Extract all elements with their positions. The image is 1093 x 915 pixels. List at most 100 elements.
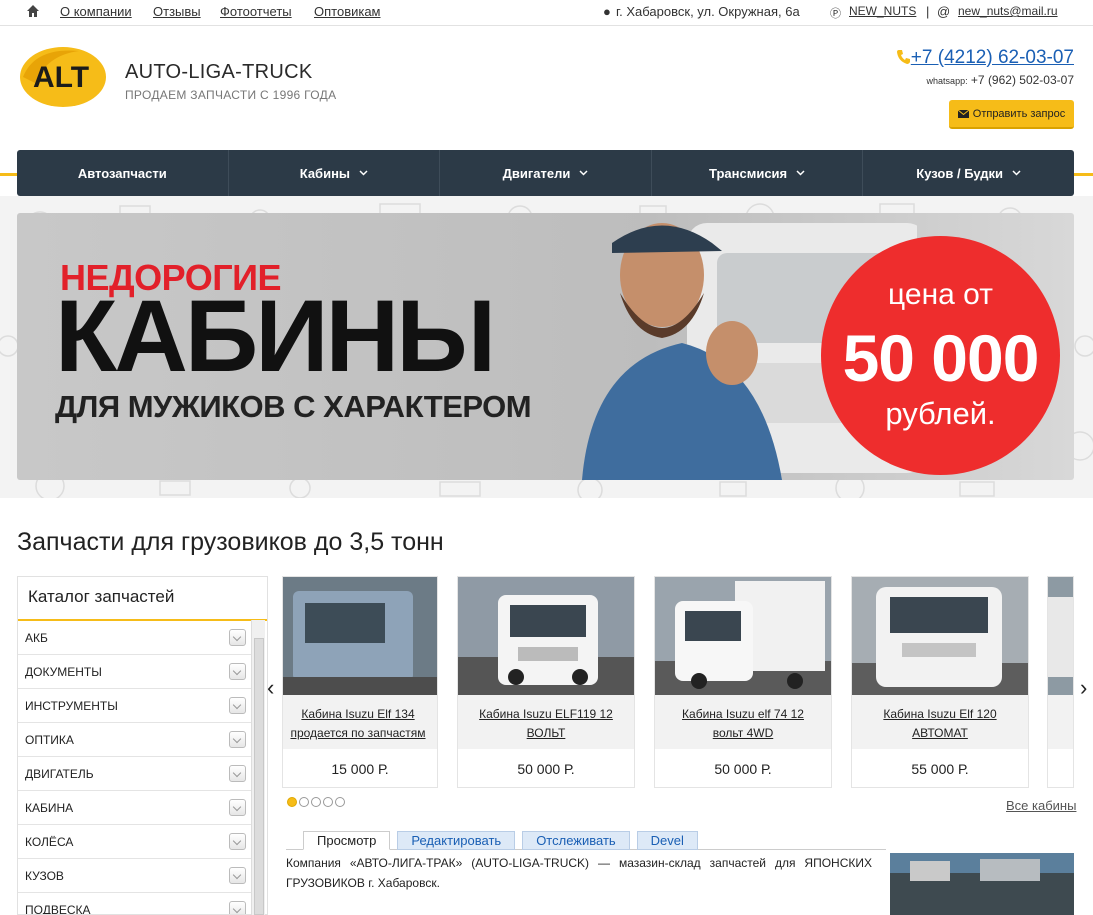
product-price: 50 000 Р.: [517, 761, 575, 777]
nav-item-cabins[interactable]: Кабины: [229, 150, 441, 196]
carousel-dots: [287, 797, 345, 807]
nav-item-transmission[interactable]: Трансмисия: [652, 150, 864, 196]
product-price: 55 000 Р.: [911, 761, 969, 777]
skype-link[interactable]: NEW_NUTS: [849, 4, 916, 18]
carousel-next-button[interactable]: ›: [1080, 675, 1087, 701]
man-image: [582, 223, 782, 480]
product-card-partial[interactable]: [1047, 576, 1074, 788]
price-badge-bottom: рублей.: [885, 396, 996, 431]
product-photo[interactable]: [1048, 577, 1073, 695]
expand-icon[interactable]: [229, 765, 246, 782]
nav-item-autoparts[interactable]: Автозапчасти: [17, 150, 229, 196]
address-text: г. Хабаровск, ул. Окружная, 6а: [616, 4, 800, 19]
product-title[interactable]: [1048, 695, 1073, 749]
email-link[interactable]: new_nuts@mail.ru: [958, 4, 1058, 18]
tab-view[interactable]: Просмотр: [303, 831, 391, 850]
product-card[interactable]: Кабина Isuzu elf 74 12 вольт 4WD 50 000 Р…: [654, 576, 832, 788]
map-marker-icon: ●: [603, 4, 611, 19]
product-photo[interactable]: [283, 577, 437, 695]
expand-icon[interactable]: [229, 833, 246, 850]
logo-text: ALT: [33, 61, 89, 94]
chevron-down-icon: [579, 170, 588, 176]
carousel-prev-button[interactable]: ‹: [267, 675, 274, 701]
topbar-link-reviews[interactable]: Отзывы: [153, 4, 201, 19]
main-nav: Автозапчасти Кабины Двигатели Трансмисия…: [17, 150, 1074, 196]
all-cabins-link[interactable]: Все кабины: [1006, 798, 1076, 813]
expand-icon[interactable]: [229, 629, 246, 646]
product-card[interactable]: Кабина Isuzu Elf 120 АВТОМАТ 55 000 Р.: [851, 576, 1029, 788]
chevron-down-icon: [796, 170, 805, 176]
product-title[interactable]: Кабина Isuzu Elf 134 продается по запчаст…: [283, 695, 437, 749]
product-title[interactable]: Кабина Isuzu Elf 120 АВТОМАТ: [852, 695, 1028, 749]
banner-headline-2: КАБИНЫ: [55, 279, 496, 393]
expand-icon[interactable]: [229, 867, 246, 884]
phone-link[interactable]: +7 (4212) 62-03-07: [911, 47, 1074, 69]
topbar-link-about[interactable]: О компании: [60, 4, 132, 19]
divider: |: [926, 4, 930, 19]
product-photo[interactable]: [852, 577, 1028, 695]
banner-headline-3: ДЛЯ МУЖИКОВ С ХАРАКТЕРОМ: [55, 389, 532, 424]
at-icon: @: [937, 4, 951, 19]
scrollbar-thumb[interactable]: [254, 638, 264, 915]
nav-item-engines[interactable]: Двигатели: [440, 150, 652, 196]
home-icon[interactable]: [26, 4, 40, 18]
carousel-dot[interactable]: [311, 797, 321, 807]
whatsapp-phone: +7 (962) 502-03-07: [970, 73, 1074, 87]
carousel-dot[interactable]: [323, 797, 333, 807]
envelope-icon: [957, 109, 969, 118]
carousel-dot[interactable]: [299, 797, 309, 807]
catalog-item-engine[interactable]: ДВИГАТЕЛЬ: [18, 757, 252, 791]
phone-icon: [897, 50, 910, 64]
price-badge: цена от 50 000 рублей.: [821, 236, 1060, 475]
tagline: ПРОДАЕМ ЗАПЧАСТИ С 1996 ГОДА: [125, 88, 337, 102]
catalog-item-cabin[interactable]: КАБИНА: [18, 791, 252, 825]
expand-icon[interactable]: [229, 731, 246, 748]
hero-banner[interactable]: НЕДОРОГИЕ КАБИНЫ ДЛЯ МУЖИКОВ С ХАРАКТЕРО…: [17, 213, 1074, 480]
nav-item-body[interactable]: Кузов / Будки: [863, 150, 1074, 196]
top-bar: О компании Отзывы Фотоотчеты Оптовикам ●…: [0, 0, 1093, 26]
tab-devel[interactable]: Devel: [636, 831, 698, 850]
send-request-button[interactable]: Отправить запрос: [949, 100, 1074, 129]
logo[interactable]: ALT: [17, 43, 107, 109]
catalog-item-akb[interactable]: АКБ: [18, 621, 252, 655]
catalog-item-body[interactable]: КУЗОВ: [18, 859, 252, 893]
chevron-down-icon: [1012, 170, 1021, 176]
topbar-link-photos[interactable]: Фотоотчеты: [220, 4, 292, 19]
catalog-title: Каталог запчастей: [18, 577, 267, 621]
expand-icon[interactable]: [229, 697, 246, 714]
admin-tabs: Просмотр Редактировать Отслеживать Devel: [303, 831, 698, 850]
send-request-label: Отправить запрос: [972, 107, 1066, 120]
company-description: Компания «АВТО-ЛИГА-ТРАК» (AUTO-LIGA-TRU…: [286, 856, 872, 890]
catalog-panel: Каталог запчастей АКБ ДОКУМЕНТЫ ИНСТРУМЕ…: [17, 576, 268, 915]
product-card[interactable]: Кабина Isuzu ELF119 12 ВОЛЬТ 50 000 Р.: [457, 576, 635, 788]
expand-icon[interactable]: [229, 799, 246, 816]
whatsapp-info: whatsapp: +7 (962) 502-03-07: [927, 73, 1074, 87]
section-title: Запчасти для грузовиков до 3,5 тонн: [17, 528, 444, 556]
expand-icon[interactable]: [229, 901, 246, 914]
brand-name: AUTO-LIGA-TRUCK: [125, 61, 313, 83]
topbar-link-wholesale[interactable]: Оптовикам: [314, 4, 381, 19]
carousel-dot[interactable]: [287, 797, 297, 807]
product-price: 50 000 Р.: [714, 761, 772, 777]
price-badge-value: 50 000: [842, 321, 1040, 395]
expand-icon[interactable]: [229, 663, 246, 680]
catalog-item-documents[interactable]: ДОКУМЕНТЫ: [18, 655, 252, 689]
whatsapp-label: whatsapp:: [926, 76, 968, 86]
product-title[interactable]: Кабина Isuzu ELF119 12 ВОЛЬТ: [458, 695, 634, 749]
tab-edit[interactable]: Редактировать: [397, 831, 516, 850]
catalog-item-tools[interactable]: ИНСТРУМЕНТЫ: [18, 689, 252, 723]
product-price: 15 000 Р.: [331, 761, 389, 777]
catalog-item-suspension[interactable]: ПОДВЕСКА: [18, 893, 252, 914]
skype-icon: Ⓟ: [830, 8, 841, 20]
product-title[interactable]: Кабина Isuzu elf 74 12 вольт 4WD: [655, 695, 831, 749]
tab-track[interactable]: Отслеживать: [522, 831, 630, 850]
catalog-scrollbar[interactable]: [251, 620, 265, 915]
warehouse-photo: [890, 853, 1074, 915]
carousel-dot[interactable]: [335, 797, 345, 807]
catalog-item-optics[interactable]: ОПТИКА: [18, 723, 252, 757]
chevron-down-icon: [359, 170, 368, 176]
product-card[interactable]: Кабина Isuzu Elf 134 продается по запчаст…: [282, 576, 438, 788]
catalog-item-wheels[interactable]: КОЛЁСА: [18, 825, 252, 859]
product-photo[interactable]: [458, 577, 634, 695]
product-photo[interactable]: [655, 577, 831, 695]
